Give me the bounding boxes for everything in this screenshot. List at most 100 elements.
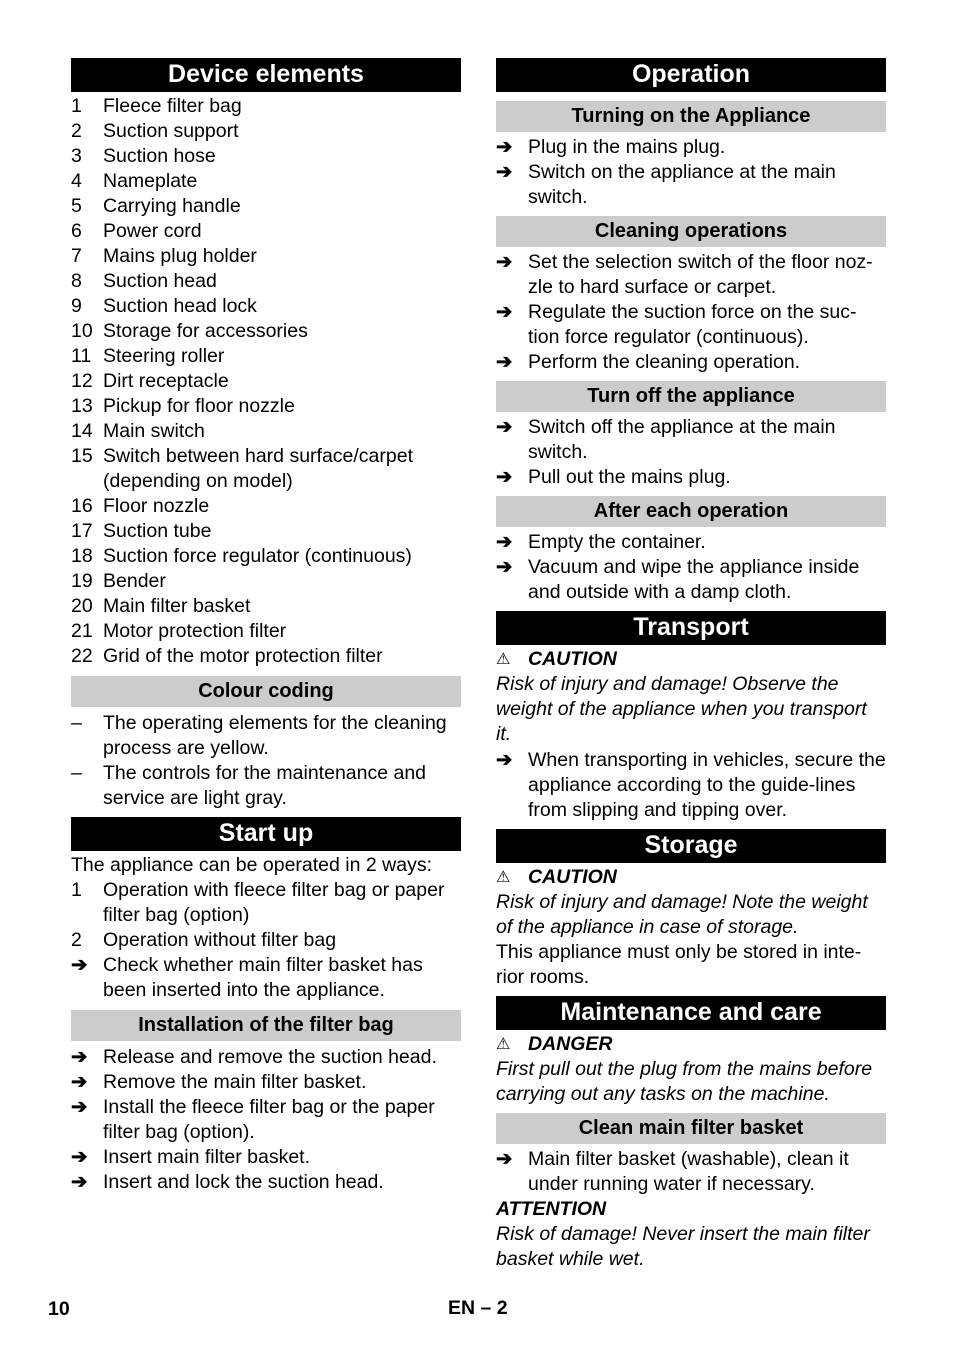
storage-body-text: This appliance must only be stored in in…: [496, 941, 862, 988]
item-number: 11: [71, 345, 92, 367]
item-number: 10: [71, 320, 93, 342]
step-item: ➔ Pull out the mains plug.: [496, 465, 886, 490]
subsection-title-turn-off: Turn off the appliance: [496, 381, 886, 412]
start-up-intro: The appliance can be operated in 2 ways:: [71, 854, 432, 876]
item-text: Regulate the suction force on the suc-ti…: [528, 301, 857, 348]
subsection-title-installation: Installation of the filter bag: [71, 1010, 461, 1041]
after-each-steps-list: ➔ Empty the container. ➔ Vacuum and wipe th…: [496, 530, 886, 605]
item-text: Pull out the mains plug.: [528, 466, 731, 488]
attention-label: ATTENTION: [496, 1198, 607, 1220]
section-page-label: EN – 2: [448, 1297, 508, 1319]
item-number: 21: [71, 620, 93, 642]
step-item: ➔ Main filter basket (washable), clean it…: [496, 1147, 886, 1197]
item-number: 14: [71, 420, 93, 442]
step-item: ➔ Regulate the suction force on the suc-t…: [496, 300, 886, 350]
item-text: Suction head: [103, 270, 217, 292]
arrow-right-icon: ➔: [496, 136, 513, 158]
item-text: Storage for accessories: [103, 320, 308, 342]
item-number: 4: [71, 170, 82, 192]
danger-label: ⚠ DANGER: [496, 1033, 613, 1055]
item-text: Empty the container.: [528, 531, 706, 553]
cleaning-steps-list: ➔ Set the selection switch of the floor n…: [496, 250, 886, 375]
device-element-item: 11 Steering roller: [71, 344, 461, 369]
step-item: ➔ Install the fleece filter bag or the pa…: [71, 1095, 461, 1145]
item-text: Carrying handle: [103, 195, 241, 217]
arrow-right-icon: ➔: [71, 1171, 88, 1193]
left-column: Device elements 1 Fleece filter bag 2 Sucti…: [71, 58, 461, 1195]
section-title-device-elements: Device elements: [71, 58, 461, 92]
list-item: 1 Operation with fleece filter bag or pap…: [71, 878, 461, 928]
item-number: 7: [71, 245, 82, 267]
item-text: Switch off the appliance at the main swi…: [528, 416, 836, 463]
device-element-item: 9 Suction head lock: [71, 294, 461, 319]
item-text: Mains plug holder: [103, 245, 257, 267]
item-number: 2: [71, 929, 82, 951]
device-element-item: 12 Dirt receptacle: [71, 369, 461, 394]
device-element-item: 13 Pickup for floor nozzle: [71, 394, 461, 419]
installation-steps-list: ➔ Release and remove the suction head. ➔ Re…: [71, 1045, 461, 1195]
device-element-item: 8 Suction head: [71, 269, 461, 294]
item-number: 17: [71, 520, 93, 542]
item-text: Bender: [103, 570, 166, 592]
arrow-right-icon: ➔: [496, 416, 513, 438]
colour-coding-list: – The operating elements for the cleaning…: [71, 711, 461, 811]
attention-text: Risk of damage! Never insert the main fi…: [496, 1223, 870, 1270]
list-item: ➔ Check whether main filter basket has be…: [71, 953, 461, 1003]
item-text: The operating elements for the cleaning …: [103, 712, 447, 759]
arrow-right-icon: ➔: [71, 1146, 88, 1168]
item-text: Suction support: [103, 120, 239, 142]
item-text: Switch on the appliance at the main swit…: [528, 161, 836, 208]
item-text: Remove the main filter basket.: [103, 1071, 367, 1093]
device-element-item: 21 Motor protection filter: [71, 619, 461, 644]
item-number: 8: [71, 270, 82, 292]
warning-triangle-icon: ⚠: [496, 869, 511, 886]
item-number: 18: [71, 545, 93, 567]
item-text: Suction head lock: [103, 295, 257, 317]
device-element-item: 10 Storage for accessories: [71, 319, 461, 344]
device-element-item: 22 Grid of the motor protection filter: [71, 644, 461, 669]
arrow-right-icon: ➔: [496, 531, 513, 553]
item-number: 1: [71, 95, 82, 117]
item-text: When transporting in vehicles, secure th…: [528, 749, 886, 821]
list-item: – The operating elements for the cleaning…: [71, 711, 461, 761]
arrow-right-icon: ➔: [71, 954, 88, 976]
item-number: 2: [71, 120, 82, 142]
item-number: 22: [71, 645, 93, 667]
item-text: Suction tube: [103, 520, 212, 542]
item-text: Install the fleece filter bag or the pap…: [103, 1096, 435, 1143]
item-text: Switch between hard surface/carpet (depe…: [103, 445, 414, 492]
item-text: Plug in the mains plug.: [528, 136, 726, 158]
item-number: 9: [71, 295, 82, 317]
step-item: ➔ Perform the cleaning operation.: [496, 350, 886, 375]
device-element-item: 20 Main filter basket: [71, 594, 461, 619]
device-element-item: 2 Suction support: [71, 119, 461, 144]
clean-basket-steps-list: ➔ Main filter basket (washable), clean it…: [496, 1147, 886, 1197]
warning-triangle-icon: ⚠: [496, 651, 511, 668]
item-text: Steering roller: [103, 345, 225, 367]
turning-on-steps-list: ➔ Plug in the mains plug. ➔ Switch on the a…: [496, 135, 886, 210]
item-text: Check whether main filter basket has bee…: [103, 954, 423, 1001]
item-number: 13: [71, 395, 93, 417]
arrow-right-icon: ➔: [496, 1148, 513, 1170]
device-element-item: 3 Suction hose: [71, 144, 461, 169]
arrow-right-icon: ➔: [496, 749, 513, 771]
arrow-right-icon: ➔: [496, 301, 513, 323]
step-item: ➔ Switch off the appliance at the main sw…: [496, 415, 886, 465]
item-number: 5: [71, 195, 82, 217]
device-element-item: 18 Suction force regulator (continuous): [71, 544, 461, 569]
item-text: Insert and lock the suction head.: [103, 1171, 384, 1193]
section-title-start-up: Start up: [71, 817, 461, 851]
arrow-right-icon: ➔: [496, 556, 513, 578]
device-element-item: 14 Main switch: [71, 419, 461, 444]
item-text: Set the selection switch of the floor no…: [528, 251, 873, 298]
item-text: Operation without filter bag: [103, 929, 337, 951]
step-item: ➔ Set the selection switch of the floor n…: [496, 250, 886, 300]
caution-label: ⚠ CAUTION: [496, 648, 617, 670]
list-item: 2 Operation without filter bag: [71, 928, 461, 953]
device-element-item: 6 Power cord: [71, 219, 461, 244]
item-text: Fleece filter bag: [103, 95, 242, 117]
item-text: Suction force regulator (continuous): [103, 545, 412, 567]
item-text: Pickup for floor nozzle: [103, 395, 295, 417]
caution-text: Risk of injury and damage! Note the weig…: [496, 891, 868, 938]
section-title-transport: Transport: [496, 611, 886, 645]
